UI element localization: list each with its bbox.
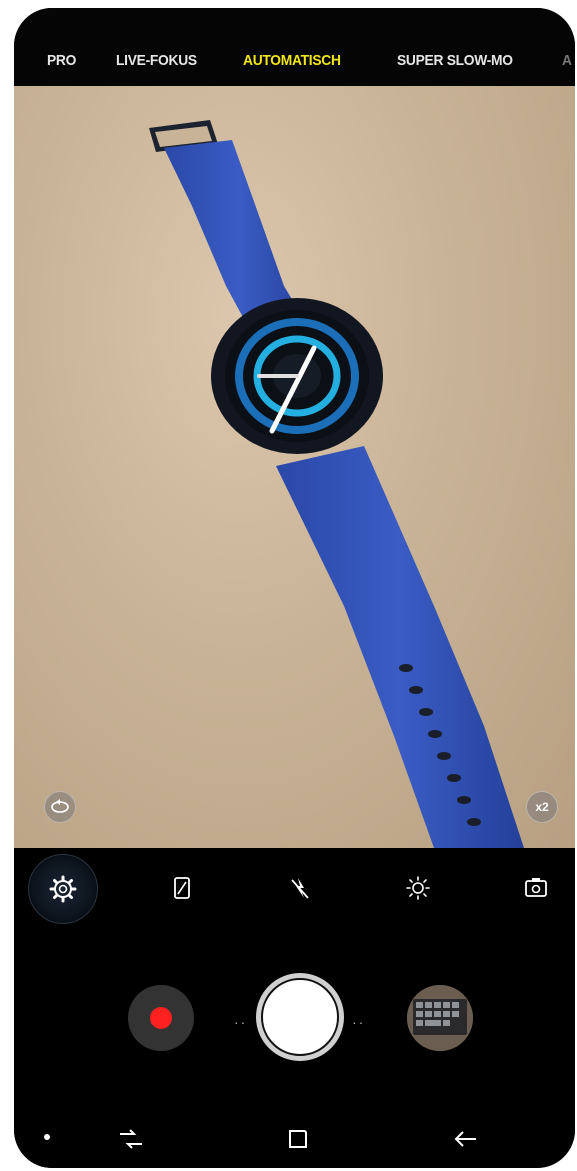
home-icon [289, 1130, 307, 1148]
gear-icon [49, 875, 77, 903]
navigation-bar [14, 1116, 575, 1168]
gallery-thumbnail-image [407, 985, 473, 1051]
aspect-ratio-icon [174, 877, 190, 899]
recent-apps-icon [120, 1129, 142, 1149]
mode-pro[interactable]: PRO [47, 52, 76, 69]
back-icon [454, 1131, 476, 1147]
swap-lens-icon [51, 799, 69, 813]
record-button[interactable] [128, 985, 194, 1051]
mode-super-slow-mo[interactable]: SUPER SLOW-MO [397, 52, 513, 69]
shutter-button[interactable] [256, 973, 344, 1061]
watch-face [211, 298, 383, 454]
dots-right: ·· [352, 1014, 366, 1030]
camera-viewfinder[interactable]: x2 [14, 86, 575, 848]
flash-off-icon [291, 878, 309, 899]
switch-lens-button[interactable] [44, 791, 76, 823]
camera-controls: ·· ·· [14, 848, 575, 1168]
aspect-ratio-button[interactable] [160, 866, 204, 910]
settings-button[interactable] [28, 854, 98, 924]
zoom-label: x2 [535, 800, 549, 814]
home-button[interactable] [282, 1124, 312, 1159]
record-dot-icon [150, 1007, 172, 1029]
dots-left: ·· [234, 1014, 248, 1030]
zoom-button[interactable]: x2 [526, 791, 558, 823]
shutter-row: ·· ·· [14, 973, 575, 1063]
viewfinder-scene [149, 120, 524, 848]
nav-indicator-dot [44, 1134, 50, 1140]
recent-apps-button[interactable] [114, 1124, 148, 1159]
filter-effect-icon [406, 876, 430, 900]
flip-camera-icon [525, 878, 547, 897]
mode-next[interactable]: A [562, 52, 572, 69]
filter-button[interactable] [396, 866, 440, 910]
mode-auto[interactable]: AUTOMATISCH [243, 52, 341, 69]
gallery-thumbnail[interactable] [407, 985, 473, 1051]
camera-mode-bar: PRO LIVE-FOKUS AUTOMATISCH SUPER SLOW-MO… [14, 8, 575, 86]
phone-screen: PRO LIVE-FOKUS AUTOMATISCH SUPER SLOW-MO… [14, 8, 575, 1168]
back-button[interactable] [448, 1124, 482, 1159]
shutter-inner [261, 978, 339, 1056]
flip-camera-button[interactable] [514, 866, 558, 910]
mode-live-focus[interactable]: LIVE-FOKUS [116, 52, 197, 69]
flash-button[interactable] [278, 866, 322, 910]
